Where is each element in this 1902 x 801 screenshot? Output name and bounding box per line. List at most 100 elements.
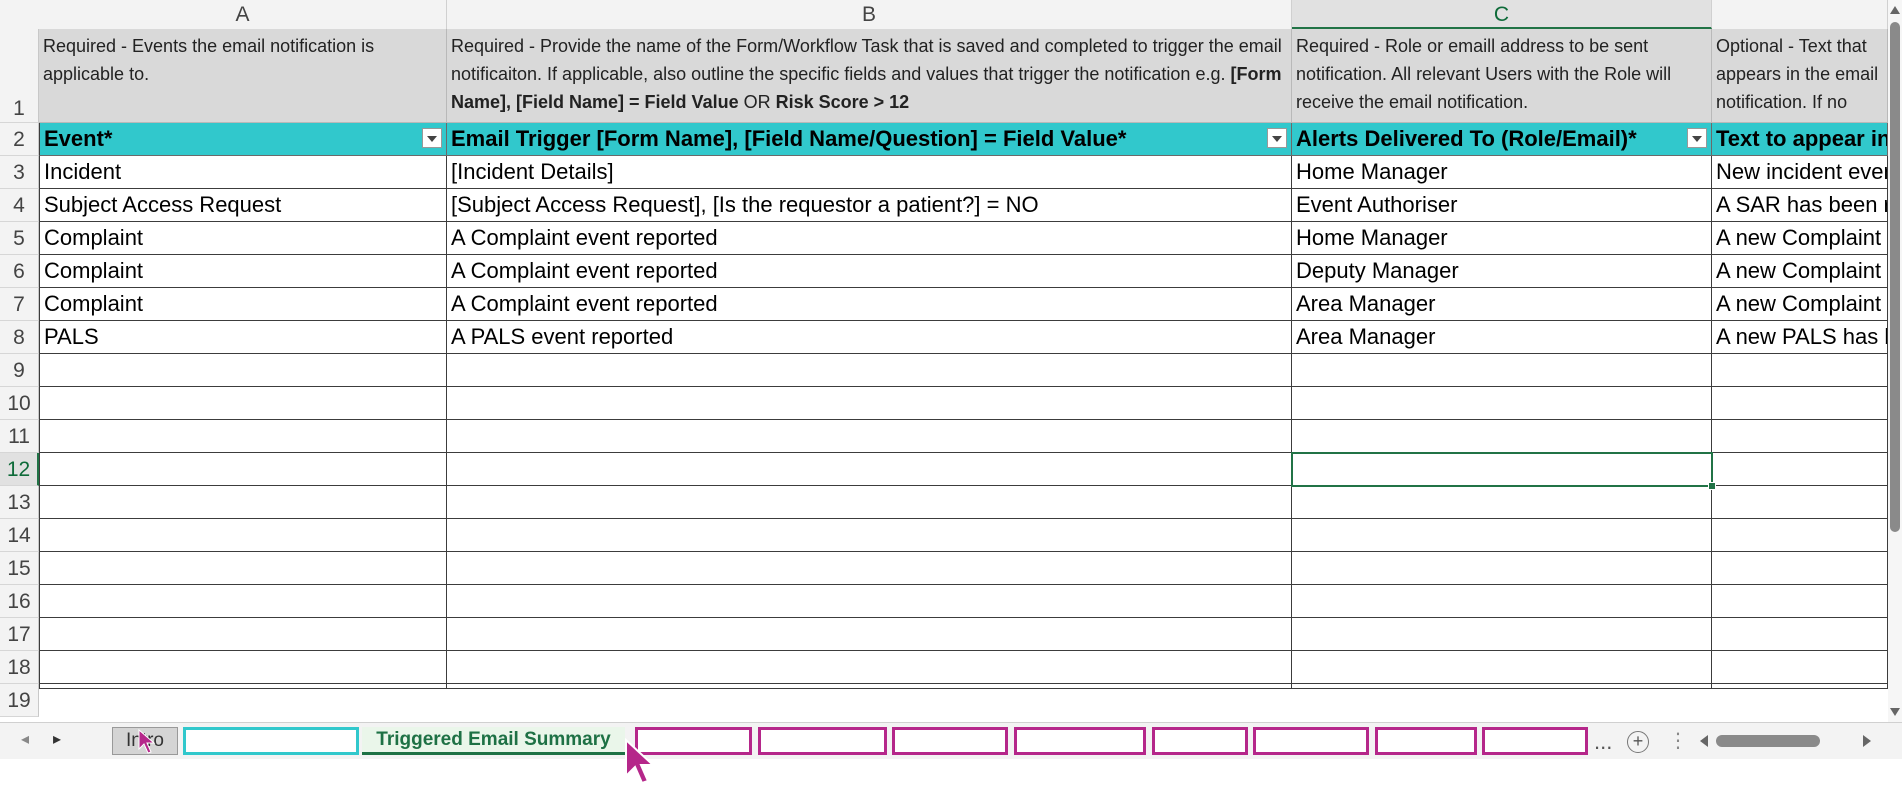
empty-cell[interactable]	[1712, 387, 1888, 420]
tab-sheet-5[interactable]	[758, 727, 887, 755]
empty-cell[interactable]	[39, 651, 447, 684]
header-cell-trigger[interactable]: Email Trigger [Form Name], [Field Name/Q…	[447, 123, 1292, 156]
cell-text[interactable]: New incident event reported	[1712, 156, 1888, 189]
empty-cell[interactable]	[1712, 486, 1888, 519]
empty-cell[interactable]	[447, 354, 1292, 387]
next-sheet-icon[interactable]: ▸	[48, 731, 66, 749]
tab-splitter-icon[interactable]: ⋮	[1668, 728, 1688, 753]
tab-sheet-6[interactable]	[892, 727, 1008, 755]
row-header-12[interactable]: 12	[0, 453, 39, 486]
empty-cell[interactable]	[1712, 453, 1888, 486]
scroll-down-icon[interactable]	[1890, 708, 1900, 716]
empty-cell[interactable]	[39, 585, 447, 618]
empty-cell[interactable]	[39, 552, 447, 585]
cell-event[interactable]: Complaint	[39, 288, 447, 321]
cell-trigger[interactable]: A Complaint event reported	[447, 288, 1292, 321]
empty-cell[interactable]	[39, 618, 447, 651]
cell-recipient[interactable]: Home Manager	[1292, 156, 1712, 189]
horizontal-scrollbar[interactable]	[1697, 723, 1897, 759]
cell-recipient[interactable]: Area Manager	[1292, 321, 1712, 354]
row-header-10[interactable]: 10	[0, 387, 39, 420]
filter-dropdown-icon[interactable]	[1267, 128, 1287, 148]
cell-recipient[interactable]: Event Authoriser	[1292, 189, 1712, 222]
empty-cell[interactable]	[1292, 684, 1712, 689]
tab-sheet-2[interactable]	[183, 727, 359, 755]
empty-cell[interactable]	[1712, 651, 1888, 684]
cell-text[interactable]: A SAR has been received	[1712, 189, 1888, 222]
row-header-2[interactable]: 2	[0, 123, 39, 156]
empty-cell[interactable]	[1292, 618, 1712, 651]
empty-cell[interactable]	[1712, 585, 1888, 618]
empty-cell[interactable]	[1292, 420, 1712, 453]
tab-sheet-9[interactable]	[1253, 727, 1369, 755]
cell-text[interactable]: A new Complaint has been reported	[1712, 222, 1888, 255]
empty-cell[interactable]	[447, 552, 1292, 585]
filter-dropdown-icon[interactable]	[1687, 128, 1707, 148]
empty-cell[interactable]	[1712, 354, 1888, 387]
filter-dropdown-icon[interactable]	[422, 128, 442, 148]
empty-cell[interactable]	[39, 453, 447, 486]
empty-cell[interactable]	[1712, 420, 1888, 453]
empty-cell[interactable]	[1292, 486, 1712, 519]
empty-cell[interactable]	[1712, 552, 1888, 585]
empty-cell[interactable]	[447, 486, 1292, 519]
tab-sheet-11[interactable]	[1482, 727, 1588, 755]
cell-event[interactable]: Incident	[39, 156, 447, 189]
empty-cell[interactable]	[39, 519, 447, 552]
scroll-right-icon[interactable]	[1863, 735, 1871, 747]
cell-event[interactable]: Complaint	[39, 255, 447, 288]
tab-triggered-email-summary[interactable]: Triggered Email Summary	[362, 727, 625, 755]
cell-trigger[interactable]: A Complaint event reported	[447, 222, 1292, 255]
header-cell-text[interactable]: Text to appear in email*	[1712, 123, 1888, 156]
empty-cell[interactable]	[1292, 453, 1712, 486]
description-cell-b[interactable]: Required - Provide the name of the Form/…	[447, 29, 1292, 123]
row-header-19[interactable]: 19	[0, 684, 39, 717]
prev-sheet-icon[interactable]: ◂	[16, 731, 34, 749]
more-sheets-button[interactable]: ...	[1594, 729, 1612, 755]
empty-cell[interactable]	[1292, 519, 1712, 552]
empty-cell[interactable]	[447, 420, 1292, 453]
vertical-scrollbar[interactable]	[1888, 0, 1902, 722]
cell-text[interactable]: A new Complaint has been reported	[1712, 288, 1888, 321]
empty-cell[interactable]	[1712, 684, 1888, 689]
row-header-14[interactable]: 14	[0, 519, 39, 552]
empty-cell[interactable]	[447, 618, 1292, 651]
row-header-7[interactable]: 7	[0, 288, 39, 321]
tab-sheet-10[interactable]	[1375, 727, 1477, 755]
add-sheet-icon[interactable]: +	[1627, 731, 1649, 753]
empty-cell[interactable]	[447, 684, 1292, 689]
row-header-17[interactable]: 17	[0, 618, 39, 651]
column-header-d[interactable]	[1712, 0, 1888, 29]
empty-cell[interactable]	[39, 387, 447, 420]
empty-cell[interactable]	[447, 519, 1292, 552]
empty-cell[interactable]	[39, 486, 447, 519]
empty-cell[interactable]	[447, 585, 1292, 618]
column-header-a[interactable]: A	[39, 0, 447, 29]
cell-text[interactable]: A new Complaint has been reported	[1712, 255, 1888, 288]
empty-cell[interactable]	[1712, 519, 1888, 552]
row-header-11[interactable]: 11	[0, 420, 39, 453]
empty-cell[interactable]	[1292, 552, 1712, 585]
header-cell-event[interactable]: Event*	[39, 123, 447, 156]
empty-cell[interactable]	[447, 387, 1292, 420]
cell-trigger[interactable]: [Incident Details]	[447, 156, 1292, 189]
cell-recipient[interactable]: Home Manager	[1292, 222, 1712, 255]
scroll-left-icon[interactable]	[1700, 735, 1708, 747]
empty-cell[interactable]	[1712, 618, 1888, 651]
description-cell-c[interactable]: Required - Role or emaill address to be …	[1292, 29, 1712, 123]
cell-event[interactable]: PALS	[39, 321, 447, 354]
row-header-6[interactable]: 6	[0, 255, 39, 288]
row-header-8[interactable]: 8	[0, 321, 39, 354]
row-header-4[interactable]: 4	[0, 189, 39, 222]
empty-cell[interactable]	[39, 354, 447, 387]
row-header-15[interactable]: 15	[0, 552, 39, 585]
empty-cell[interactable]	[1292, 651, 1712, 684]
cell-trigger[interactable]: [Subject Access Request], [Is the reques…	[447, 189, 1292, 222]
row-header-13[interactable]: 13	[0, 486, 39, 519]
row-header-16[interactable]: 16	[0, 585, 39, 618]
empty-cell[interactable]	[1292, 585, 1712, 618]
empty-cell[interactable]	[447, 453, 1292, 486]
row-header-1[interactable]: 1	[0, 29, 39, 123]
column-header-b[interactable]: B	[447, 0, 1292, 29]
scrollbar-thumb[interactable]	[1890, 22, 1900, 532]
